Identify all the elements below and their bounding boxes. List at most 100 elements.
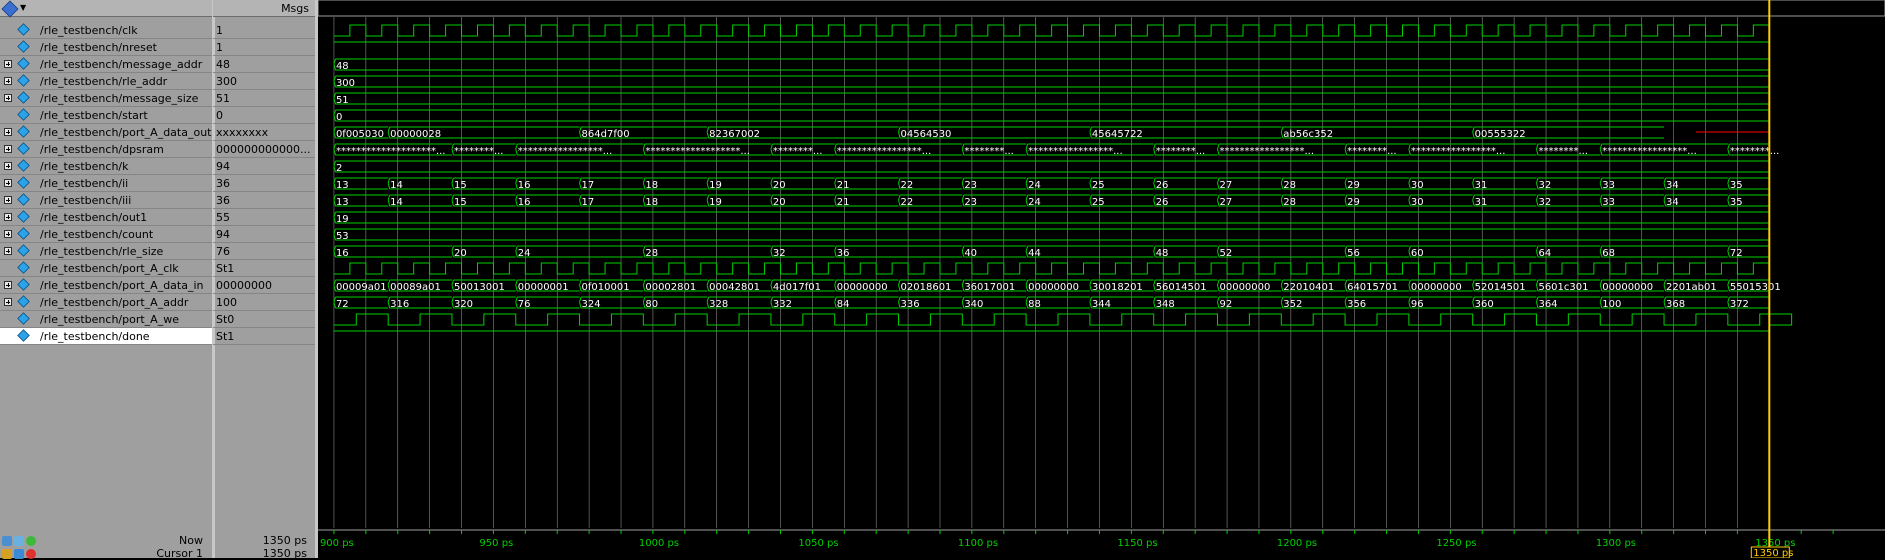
signal-row[interactable]: /rle_testbench/nreset — [0, 39, 212, 56]
expand-icon[interactable] — [4, 179, 12, 187]
bus-segment — [1217, 245, 1346, 258]
signal-name: /rle_testbench/port_A_we — [40, 313, 179, 326]
bus-value-label: 864d7f00 — [582, 129, 630, 140]
signal-row[interactable]: /rle_testbench/clk — [0, 22, 212, 39]
signal-row[interactable]: /rle_testbench/count — [0, 226, 212, 243]
chevron-down-icon[interactable]: ▼ — [20, 3, 26, 12]
bus-value-label: 360 — [1475, 299, 1494, 310]
expand-icon[interactable] — [4, 196, 12, 204]
signal-row[interactable]: /rle_testbench/port_A_addr — [0, 294, 212, 311]
bus-value-label: *****************... — [1411, 146, 1506, 157]
signal-row[interactable]: /rle_testbench/ii — [0, 175, 212, 192]
signal-icon — [17, 125, 30, 138]
bus-value-label: 15 — [454, 197, 467, 208]
signal-value: 100 — [216, 296, 237, 309]
signal-value-cell[interactable]: 0 — [213, 107, 315, 124]
expand-icon[interactable] — [4, 298, 12, 306]
signal-icon — [17, 142, 30, 155]
time-tick-label: 1200 ps — [1277, 538, 1317, 549]
signal-row[interactable]: /rle_testbench/rle_addr — [0, 73, 212, 90]
bus-value-label: 56014501 — [1156, 282, 1207, 293]
write-enable-wave — [333, 313, 1793, 326]
bus-value-label: ab56c352 — [1283, 129, 1333, 140]
signal-row[interactable]: /rle_testbench/port_A_clk — [0, 260, 212, 277]
bus-value-label: 56 — [1347, 248, 1360, 259]
signal-row[interactable]: /rle_testbench/rle_size — [0, 243, 212, 260]
waveform-canvas[interactable]: 48 300 51 0 0f005030 00000028 864d7f00 82367002… — [318, 0, 1885, 558]
expand-icon[interactable] — [4, 128, 12, 136]
bus-value-label: 00555322 — [1475, 129, 1526, 140]
bus-value-label: 18 — [645, 197, 658, 208]
signal-value-cell[interactable]: St1 — [213, 328, 315, 345]
signal-value-cell[interactable]: 00000000 — [213, 277, 315, 294]
signal-row[interactable]: /rle_testbench/out1 — [0, 209, 212, 226]
signal-name: /rle_testbench/message_addr — [40, 58, 203, 71]
bus-value-label: 35 — [1730, 180, 1743, 191]
bus-value-label: 20 — [773, 197, 786, 208]
signal-value-cell[interactable]: 55 — [213, 209, 315, 226]
bus-value-label: 356 — [1347, 299, 1366, 310]
bus-value-label: 0f005030 — [336, 129, 384, 140]
signal-value-cell[interactable]: 36 — [213, 192, 315, 209]
signal-value-cell[interactable]: 000000000000... — [213, 141, 315, 158]
signal-row[interactable]: /rle_testbench/port_A_data_out — [0, 124, 212, 141]
signal-row[interactable]: /rle_testbench/start — [0, 107, 212, 124]
bus-value-label: 76 — [518, 299, 531, 310]
signal-value-cell[interactable]: 76 — [213, 243, 315, 260]
signal-value-cell[interactable]: 94 — [213, 158, 315, 175]
bus-value-label: ********... — [1730, 146, 1780, 157]
time-tick-label: 1250 ps — [1436, 538, 1476, 549]
signal-row[interactable]: /rle_testbench/port_A_data_in — [0, 277, 212, 294]
zoom-icon[interactable] — [2, 536, 12, 546]
time-tick-label: 900 ps — [320, 538, 354, 549]
signal-value-cell[interactable]: St0 — [213, 311, 315, 328]
bus-value-label: 17 — [582, 180, 595, 191]
signal-value: 36 — [216, 177, 230, 190]
expand-icon[interactable] — [4, 145, 12, 153]
wave-window-logo-icon[interactable] — [1, 0, 19, 18]
signal-value-cell[interactable]: 48 — [213, 56, 315, 73]
signal-value-cell[interactable]: 94 — [213, 226, 315, 243]
bus-value-label: 00009a01 — [336, 282, 387, 293]
bus-segment — [333, 75, 1770, 88]
time-tick-label: 950 ps — [479, 538, 513, 549]
signal-value-cell[interactable]: 51 — [213, 90, 315, 107]
signal-row[interactable]: /rle_testbench/message_addr — [0, 56, 212, 73]
expand-icon[interactable] — [4, 94, 12, 102]
signal-value-cell[interactable]: 1 — [213, 39, 315, 56]
expand-icon[interactable] — [4, 162, 12, 170]
signal-value-cell[interactable]: St1 — [213, 260, 315, 277]
signal-row[interactable]: /rle_testbench/iii — [0, 192, 212, 209]
bus-value-label: 30 — [1411, 180, 1424, 191]
bus-value-label: 22 — [901, 197, 914, 208]
bus-value-label: 82367002 — [709, 129, 760, 140]
signal-row[interactable]: /rle_testbench/port_A_we — [0, 311, 212, 328]
expand-icon[interactable] — [4, 230, 12, 238]
signal-row[interactable]: /rle_testbench/k — [0, 158, 212, 175]
bus-value-label: 48 — [336, 61, 349, 72]
expand-icon[interactable] — [4, 281, 12, 289]
add-cursor-icon[interactable] — [26, 536, 36, 546]
bus-value-label: 352 — [1283, 299, 1302, 310]
signal-value-cell[interactable]: 1 — [213, 22, 315, 39]
signal-row[interactable]: /rle_testbench/message_size — [0, 90, 212, 107]
bus-value-label: 368 — [1666, 299, 1685, 310]
signal-name: /rle_testbench/out1 — [40, 211, 148, 224]
expand-icon[interactable] — [4, 213, 12, 221]
expand-icon[interactable] — [4, 77, 12, 85]
signal-name: /rle_testbench/clk — [40, 24, 138, 37]
signal-row[interactable]: /rle_testbench/done — [0, 328, 212, 345]
signal-row[interactable]: /rle_testbench/dpsram — [0, 141, 212, 158]
signal-value-cell[interactable]: 36 — [213, 175, 315, 192]
expand-icon[interactable] — [4, 60, 12, 68]
signal-value-cell[interactable]: 300 — [213, 73, 315, 90]
bus-value-label: 18 — [645, 180, 658, 191]
bus-segment — [333, 160, 1770, 173]
bus-value-label: 0f010001 — [582, 282, 630, 293]
sim-icon[interactable] — [14, 536, 24, 546]
signal-value-cell[interactable]: xxxxxxxx — [213, 124, 315, 141]
signal-value-cell[interactable]: 100 — [213, 294, 315, 311]
signal-icon — [17, 176, 30, 189]
expand-icon[interactable] — [4, 247, 12, 255]
bus-value-label: 00000000 — [1028, 282, 1079, 293]
